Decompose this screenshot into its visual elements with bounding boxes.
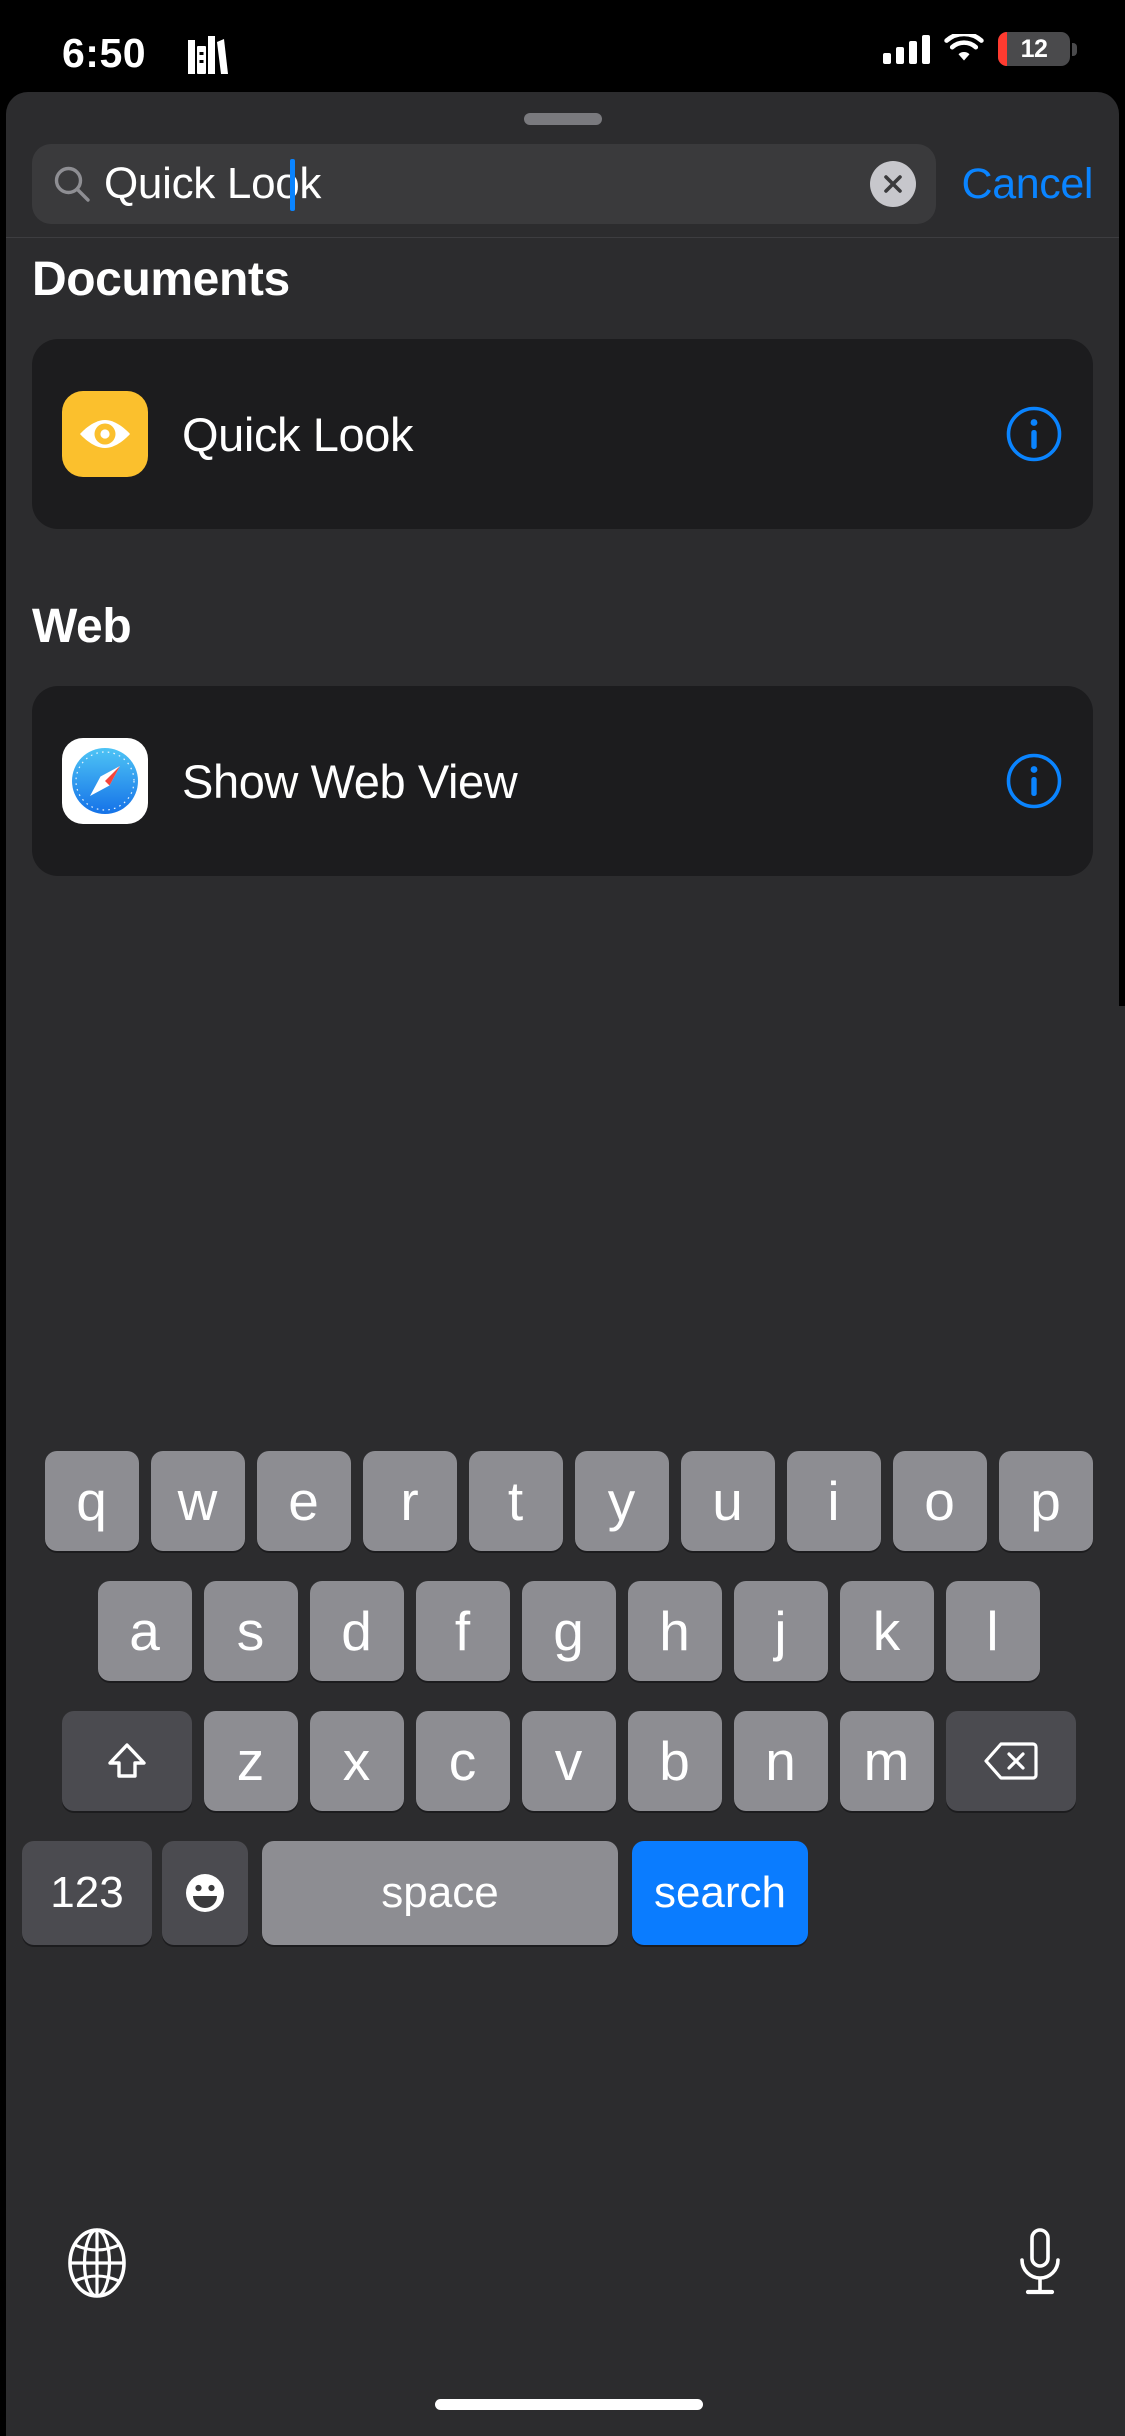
info-circle-icon[interactable] (1005, 405, 1063, 463)
emoji-smiley-icon (186, 1874, 224, 1912)
search-bar: Quick Look Cancel (6, 130, 1119, 238)
battery-percent: 12 (1020, 34, 1048, 63)
grabber-handle[interactable] (523, 113, 602, 125)
key-backspace[interactable] (945, 1711, 1076, 1811)
key-shift[interactable] (61, 1711, 192, 1811)
status-bar: 6:50 12 (0, 0, 1125, 92)
key-r[interactable]: r (362, 1451, 457, 1551)
key-l[interactable]: l (945, 1581, 1040, 1681)
microphone-icon[interactable] (1007, 2226, 1073, 2300)
key-x[interactable]: x (309, 1711, 404, 1811)
key-emoji[interactable] (162, 1841, 248, 1945)
quick-look-app-icon (62, 391, 148, 477)
signal-bars-icon (883, 34, 930, 64)
eye-icon (80, 420, 130, 448)
iphone-screen: 6:50 12 Quick Look Cancel Documents Quic… (0, 0, 1125, 2436)
key-g[interactable]: g (521, 1581, 616, 1681)
status-bar-time: 6:50 (62, 30, 147, 76)
key-q[interactable]: q (44, 1451, 139, 1551)
key-n[interactable]: n (733, 1711, 828, 1811)
keyboard-bottom-bar (6, 2208, 1125, 2318)
section-header-web: Web (32, 600, 132, 653)
key-space[interactable]: space (262, 1841, 618, 1945)
keyboard-row-3: z x c v b n m (6, 1711, 1125, 1811)
key-d[interactable]: d (309, 1581, 404, 1681)
key-search-return[interactable]: search (632, 1841, 808, 1945)
result-row-quick-look[interactable]: Quick Look (32, 339, 1093, 529)
search-sheet: Quick Look Cancel Documents Quick Look W… (6, 92, 1125, 2436)
results-section-documents: Documents Quick Look (6, 252, 1119, 529)
onscreen-keyboard: q w e r t y u i o p a s d f g h j k l z … (6, 1006, 1125, 2436)
keyboard-row-4: 123 space search (6, 1841, 1125, 1945)
key-m[interactable]: m (839, 1711, 934, 1811)
key-k[interactable]: k (839, 1581, 934, 1681)
key-i[interactable]: i (786, 1451, 881, 1551)
key-z[interactable]: z (203, 1711, 298, 1811)
key-c[interactable]: c (415, 1711, 510, 1811)
key-numeric[interactable]: 123 (22, 1841, 152, 1945)
key-y[interactable]: y (574, 1451, 669, 1551)
keyboard-row-1: q w e r t y u i o p (6, 1451, 1125, 1551)
key-t[interactable]: t (468, 1451, 563, 1551)
clear-search-button[interactable] (869, 161, 916, 207)
home-indicator-bar (434, 2399, 703, 2410)
backspace-delete-icon (983, 1742, 1038, 1780)
battery-indicator: 12 (998, 32, 1070, 66)
key-e[interactable]: e (256, 1451, 351, 1551)
key-p[interactable]: p (998, 1451, 1093, 1551)
key-b[interactable]: b (627, 1711, 722, 1811)
clear-circle-x-icon (883, 175, 902, 193)
battery-nub (1072, 42, 1077, 56)
key-o[interactable]: o (892, 1451, 987, 1551)
search-results: Documents Quick Look Web Show Web View (6, 252, 1119, 946)
info-circle-icon[interactable] (1005, 752, 1063, 810)
header-divider (6, 237, 1119, 238)
key-s[interactable]: s (203, 1581, 298, 1681)
result-label-quick-look: Quick Look (182, 407, 414, 461)
results-section-web: Web Show Web View (6, 599, 1119, 876)
key-u[interactable]: u (680, 1451, 775, 1551)
key-f[interactable]: f (415, 1581, 510, 1681)
key-j[interactable]: j (733, 1581, 828, 1681)
key-w[interactable]: w (150, 1451, 245, 1551)
keyboard-row-2: a s d f g h j k l (6, 1581, 1125, 1681)
globe-icon[interactable] (64, 2226, 130, 2300)
books-icon (188, 36, 228, 74)
shift-arrow-icon (107, 1743, 146, 1778)
key-h[interactable]: h (627, 1581, 722, 1681)
safari-app-icon (62, 738, 148, 824)
search-icon (54, 166, 90, 202)
section-header-documents: Documents (32, 253, 290, 306)
search-input[interactable]: Quick Look (32, 144, 936, 224)
result-row-show-web-view[interactable]: Show Web View (32, 686, 1093, 876)
result-label-show-web-view: Show Web View (182, 754, 518, 808)
key-a[interactable]: a (97, 1581, 192, 1681)
status-bar-indicators: 12 (883, 32, 1077, 66)
search-input-value: Quick Look (104, 159, 322, 208)
safari-compass-icon (72, 748, 138, 814)
key-v[interactable]: v (521, 1711, 616, 1811)
cancel-button[interactable]: Cancel (962, 160, 1094, 209)
wifi-icon (944, 34, 984, 61)
text-cursor (290, 159, 295, 211)
